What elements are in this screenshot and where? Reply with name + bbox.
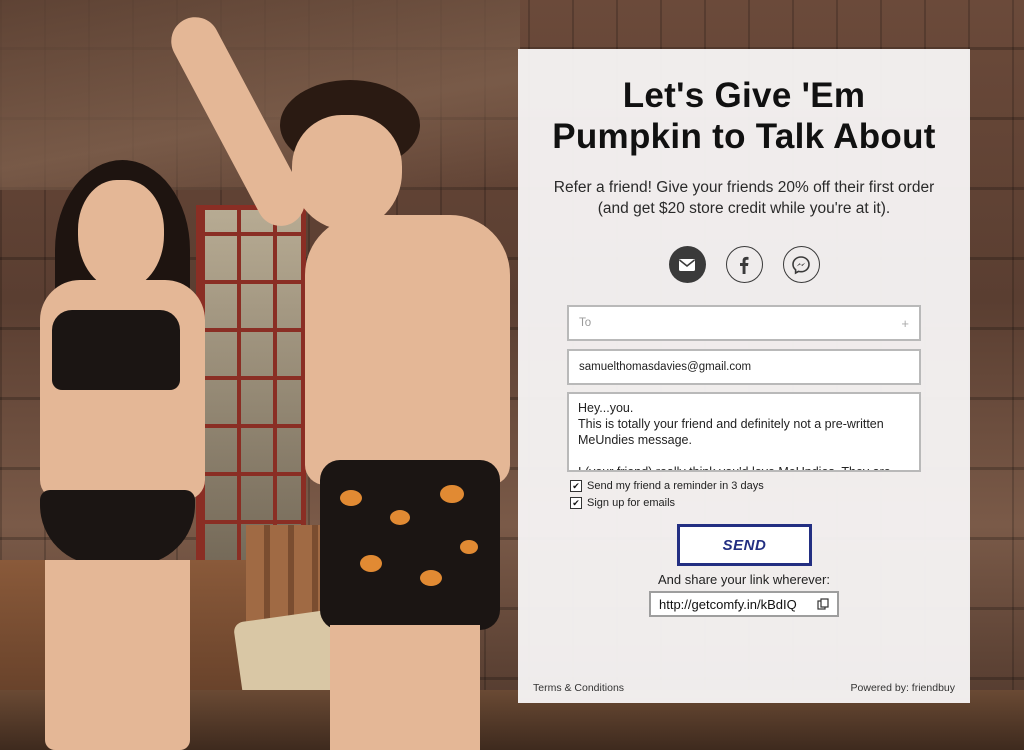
man-figure-head — [292, 115, 402, 230]
man-figure-torso — [305, 215, 510, 485]
message-textarea[interactable]: Hey...you. This is totally your friend a… — [567, 392, 921, 472]
woman-figure-head — [78, 180, 164, 290]
signup-option[interactable]: ✔ Sign up for emails — [570, 497, 675, 509]
share-link-field[interactable]: http://getcomfy.in/kBdIQ — [649, 591, 839, 617]
headline-line-1: Let's Give 'Em — [622, 76, 866, 115]
terms-link[interactable]: Terms & Conditions — [533, 682, 624, 694]
reminder-checkbox[interactable]: ✔ — [570, 480, 582, 492]
share-facebook-button[interactable] — [725, 246, 763, 283]
reminder-label: Send my friend a reminder in 3 days — [587, 480, 764, 492]
man-figure-legs — [330, 625, 480, 750]
copy-icon[interactable] — [817, 598, 829, 610]
recipient-to-input[interactable]: To + — [567, 305, 921, 341]
signup-label: Sign up for emails — [587, 497, 676, 509]
sender-email-field[interactable]: samuelthomasdavies@gmail.com — [567, 349, 921, 385]
sender-email-value: samuelthomasdavies@gmail.com — [579, 361, 752, 373]
signup-checkbox[interactable]: ✔ — [570, 497, 582, 509]
share-buttons — [518, 246, 970, 283]
add-recipient-icon[interactable]: + — [901, 316, 909, 331]
share-messenger-button[interactable] — [782, 246, 820, 283]
powered-by-link[interactable]: Powered by: friendbuy — [851, 682, 955, 694]
pumpkin-print-bralette — [52, 310, 180, 390]
share-email-button[interactable] — [668, 246, 706, 283]
share-link-url: http://getcomfy.in/kBdIQ — [659, 596, 797, 612]
reminder-option[interactable]: ✔ Send my friend a reminder in 3 days — [570, 480, 764, 492]
headline: Let's Give 'Em Pumpkin to Talk About — [518, 75, 970, 157]
messenger-icon — [792, 255, 810, 274]
envelope-icon — [679, 258, 695, 271]
share-link-label: And share your link wherever: — [658, 572, 830, 587]
facebook-icon — [740, 256, 749, 274]
pumpkin-print-boxer-briefs — [320, 460, 500, 630]
headline-line-2: Pumpkin to Talk About — [552, 117, 936, 156]
send-button[interactable]: SEND — [677, 524, 812, 566]
referral-description: Refer a friend! Give your friends 20% of… — [553, 179, 935, 217]
woman-figure-legs — [45, 560, 190, 750]
referral-card: Let's Give 'Em Pumpkin to Talk About Ref… — [518, 49, 970, 703]
to-placeholder: To — [579, 317, 592, 329]
